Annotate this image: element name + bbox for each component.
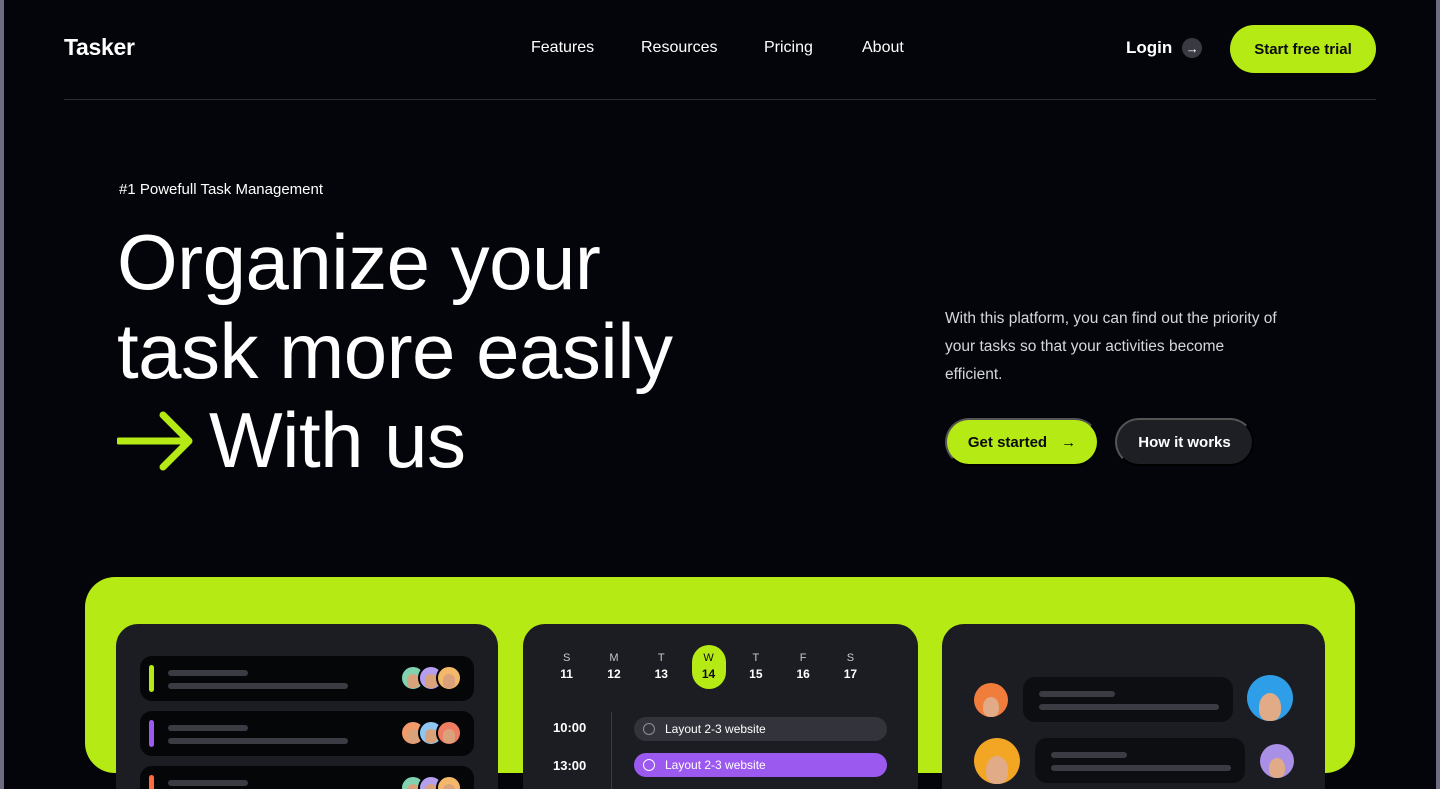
message-line-placeholder	[1039, 691, 1115, 697]
nav-about[interactable]: About	[862, 39, 904, 57]
message-bubble	[1035, 738, 1245, 783]
day-letter: T	[657, 652, 665, 664]
headline-line-2: task more easily	[117, 307, 673, 395]
day-wed-selected[interactable]: W 14	[685, 645, 732, 689]
day-letter: M	[609, 652, 619, 664]
hero-description: With this platform, you can find out the…	[945, 310, 1277, 383]
task-priority-bar	[149, 775, 154, 789]
arrow-right-icon: →	[1182, 38, 1203, 58]
logo[interactable]: Tasker	[64, 34, 135, 61]
hero-headline: Organize your task more easily With us	[117, 218, 673, 485]
circle-icon	[643, 723, 655, 735]
avatar	[974, 738, 1020, 784]
get-started-button[interactable]: Get started →	[945, 418, 1099, 466]
day-sat[interactable]: S 17	[827, 652, 874, 681]
avatar	[436, 665, 462, 691]
tasks-card	[116, 624, 498, 789]
day-letter: F	[799, 652, 807, 664]
task-item[interactable]	[140, 656, 474, 701]
day-mon[interactable]: M 12	[590, 652, 637, 681]
day-number: 13	[654, 667, 668, 681]
message-line-placeholder	[1051, 752, 1127, 758]
task-item[interactable]	[140, 766, 474, 789]
event-title: Layout 2-3 website	[665, 758, 766, 772]
week-strip: S 11 M 12 T 13 W 14 T 15 F 16 S 17	[543, 645, 874, 689]
avatar	[436, 720, 462, 746]
day-letter: T	[752, 652, 760, 664]
task-title-placeholder	[168, 670, 248, 676]
task-item[interactable]	[140, 711, 474, 756]
time-label: 10:00	[553, 720, 587, 735]
avatar	[436, 775, 462, 789]
assignee-avatars	[400, 775, 462, 789]
message-bubble	[1023, 677, 1233, 722]
day-letter: W	[703, 652, 714, 664]
headline-line-3-row: With us	[117, 396, 673, 485]
headline-line-3: With us	[209, 396, 466, 484]
message-line-placeholder	[1051, 765, 1231, 771]
message-line-placeholder	[1039, 704, 1219, 710]
task-subtitle-placeholder	[168, 683, 348, 689]
nav-pricing[interactable]: Pricing	[764, 39, 862, 57]
calendar-event-highlighted[interactable]: Layout 2-3 website	[634, 753, 887, 777]
calendar-card: S 11 M 12 T 13 W 14 T 15 F 16 S 17 10:00…	[523, 624, 918, 789]
avatar	[1260, 744, 1294, 778]
task-title-placeholder	[168, 725, 248, 731]
timeline-divider	[611, 712, 612, 789]
start-free-trial-button[interactable]: Start free trial	[1230, 25, 1376, 73]
circle-icon	[643, 759, 655, 771]
task-priority-bar	[149, 720, 154, 747]
avatar	[1247, 675, 1293, 721]
day-number: 11	[560, 667, 573, 681]
day-number: 16	[796, 667, 810, 681]
day-number: 12	[607, 667, 621, 681]
login-label: Login	[1126, 38, 1173, 57]
time-labels: 10:00 13:00	[553, 720, 586, 789]
day-number: 17	[843, 667, 858, 681]
main-nav: Features Resources Pricing About	[531, 39, 904, 57]
headline-line-1: Organize your	[117, 218, 601, 306]
day-letter: S	[562, 652, 571, 664]
login-link[interactable]: Login →	[1126, 38, 1203, 58]
landing-page: Tasker Features Resources Pricing About …	[4, 0, 1436, 789]
task-title-placeholder	[168, 780, 248, 786]
how-it-works-button[interactable]: How it works	[1115, 418, 1254, 466]
arrow-right-icon	[117, 411, 193, 470]
day-number: 14	[701, 667, 716, 681]
nav-resources[interactable]: Resources	[641, 39, 764, 57]
day-sun[interactable]: S 11	[543, 652, 590, 681]
avatar	[974, 683, 1008, 717]
day-tue[interactable]: T 13	[638, 652, 685, 681]
day-number: 15	[749, 667, 763, 681]
day-thu[interactable]: T 15	[732, 652, 779, 681]
time-label: 13:00	[553, 758, 587, 773]
assignee-avatars	[400, 665, 462, 691]
task-subtitle-placeholder	[168, 738, 348, 744]
nav-features[interactable]: Features	[531, 39, 641, 57]
event-title: Layout 2-3 website	[665, 722, 766, 736]
header-divider	[64, 99, 1376, 100]
task-priority-bar	[149, 665, 154, 692]
day-fri[interactable]: F 16	[779, 652, 826, 681]
chat-card	[942, 624, 1325, 789]
hero-eyebrow: #1 Powefull Task Management	[119, 181, 324, 198]
calendar-event[interactable]: Layout 2-3 website	[634, 717, 887, 741]
day-letter: S	[846, 652, 855, 664]
arrow-right-icon: →	[1061, 433, 1077, 451]
get-started-label: Get started	[967, 433, 1048, 451]
assignee-avatars	[400, 720, 462, 746]
